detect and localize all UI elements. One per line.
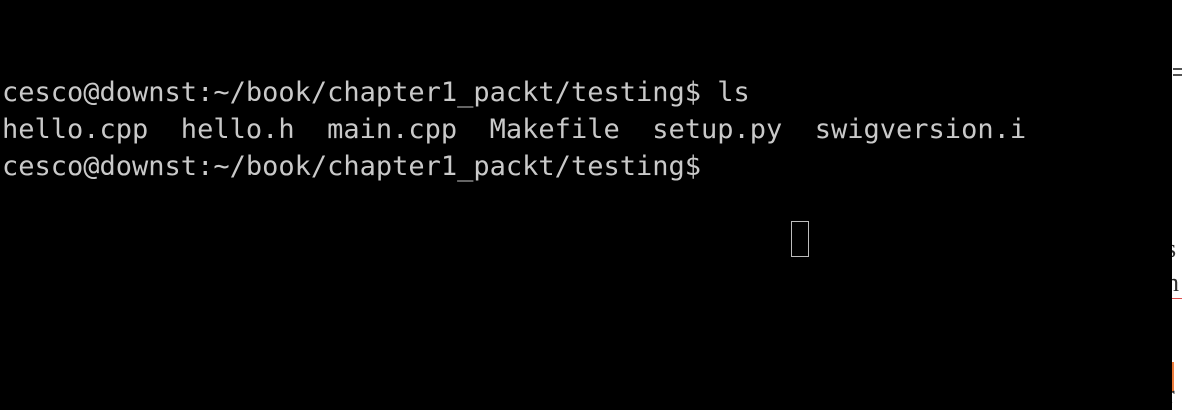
edge-partial-text: h bbox=[1172, 268, 1179, 297]
edge-partial-text: r bbox=[1172, 380, 1175, 410]
edge-divider bbox=[1173, 74, 1182, 76]
terminal-line-prompt-ls: cesco@downst:~/book/chapter1_packt/testi… bbox=[2, 77, 750, 108]
edge-divider bbox=[1173, 68, 1182, 70]
text-cursor bbox=[791, 221, 809, 257]
background-window-edge: s h r bbox=[1172, 0, 1182, 410]
terminal-line-ls-output: hello.cpp hello.h main.cpp Makefile setu… bbox=[2, 114, 1027, 145]
terminal-line-prompt: cesco@downst:~/book/chapter1_packt/testi… bbox=[2, 151, 718, 182]
edge-partial-text: s bbox=[1172, 234, 1176, 264]
terminal-window[interactable]: cesco@downst:~/book/chapter1_packt/testi… bbox=[0, 0, 1172, 410]
edge-spellcheck-underline bbox=[1172, 298, 1182, 299]
